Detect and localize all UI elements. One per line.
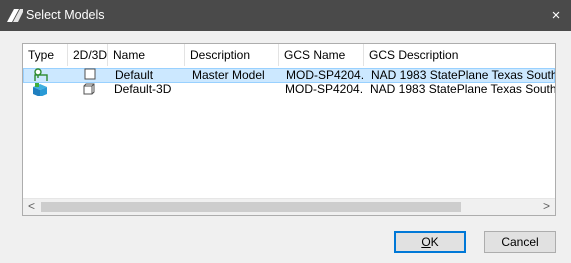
model-gcs-description: NAD 1983 StatePlane Texas South C... [371, 69, 556, 82]
column-header-description[interactable]: Description [185, 44, 279, 66]
column-header-dimension[interactable]: 2D/3D [68, 44, 108, 66]
column-header-gcs-description[interactable]: GCS Description [364, 44, 555, 66]
3d-design-model-icon [32, 83, 48, 96]
close-button[interactable]: × [541, 0, 571, 31]
ok-button[interactable]: OK [394, 231, 466, 253]
2d-design-model-icon [33, 68, 49, 81]
column-header-name[interactable]: Name [108, 44, 185, 66]
close-icon: × [551, 7, 561, 24]
column-header-gcs-name[interactable]: GCS Name [279, 44, 364, 66]
title-bar[interactable]: Select Models × [0, 0, 571, 31]
window-title: Select Models [26, 8, 105, 22]
model-gcs-description: NAD 1983 StatePlane Texas South C... [370, 83, 555, 96]
table-row[interactable]: Default-3D MOD-SP4204... NAD 1983 StateP… [23, 83, 555, 98]
model-gcs-name: MOD-SP4204... [285, 83, 364, 96]
3d-cube-icon [83, 83, 95, 96]
column-header-type[interactable]: Type [23, 44, 68, 66]
select-models-dialog: Select Models × Type 2D/3D Name Descript… [0, 0, 571, 263]
column-header-row: Type 2D/3D Name Description GCS Name GCS… [23, 44, 555, 66]
models-list[interactable]: Type 2D/3D Name Description GCS Name GCS… [22, 43, 556, 216]
horizontal-scrollbar[interactable]: < > [23, 198, 555, 215]
model-description [186, 83, 279, 96]
scrollbar-thumb[interactable] [41, 202, 461, 212]
scroll-right-icon[interactable]: > [538, 199, 555, 215]
scroll-left-icon[interactable]: < [23, 199, 40, 215]
model-description: Master Model [192, 69, 265, 82]
model-name: Default-3D [114, 83, 172, 96]
app-logo-icon [7, 9, 23, 22]
ok-label-rest: K [430, 235, 439, 249]
ok-mnemonic: O [421, 235, 431, 249]
model-gcs-name: MOD-SP4204... [286, 69, 365, 82]
2d-square-icon [84, 68, 96, 81]
model-name: Default [115, 69, 154, 82]
table-row[interactable]: Default Master Model MOD-SP4204... NAD 1… [23, 68, 555, 83]
cancel-button[interactable]: Cancel [484, 231, 556, 253]
